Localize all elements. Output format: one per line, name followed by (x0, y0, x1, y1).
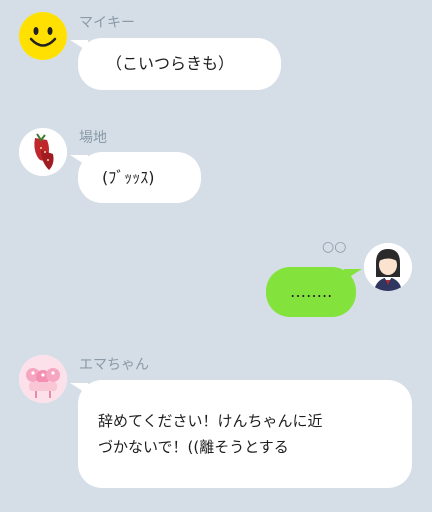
message-text: (ﾌﾞｯｯｽ) (102, 168, 155, 187)
sender-name: エマちゃん (79, 357, 149, 373)
smiley-face-icon (20, 13, 66, 59)
pink-cake-icon (19, 355, 67, 403)
schoolgirl-icon (364, 243, 412, 291)
avatar-mikey[interactable] (19, 12, 67, 60)
strawberry-icon (19, 128, 67, 176)
message-text: …….. (290, 282, 333, 301)
message-bubble[interactable]: 辞めてください！けんちゃんに近 づかないで！((離そうとする (78, 380, 412, 488)
sender-name: マイキー (79, 15, 135, 31)
read-status: ○○ (322, 239, 347, 255)
avatar-self[interactable] (364, 243, 412, 291)
avatar-baji[interactable] (19, 128, 67, 176)
sender-name: 場地 (79, 130, 107, 146)
message-bubble[interactable]: …….. (266, 267, 356, 317)
message-text-line2: づかないで！((離そうとする (98, 438, 289, 456)
message-text: （こいつらきも） (106, 54, 235, 73)
message-text-line1: 辞めてください！けんちゃんに近 (98, 412, 323, 430)
message-bubble[interactable]: （こいつらきも） (78, 38, 281, 90)
message-bubble[interactable]: (ﾌﾞｯｯｽ) (78, 152, 201, 203)
avatar-emma[interactable] (19, 355, 67, 403)
